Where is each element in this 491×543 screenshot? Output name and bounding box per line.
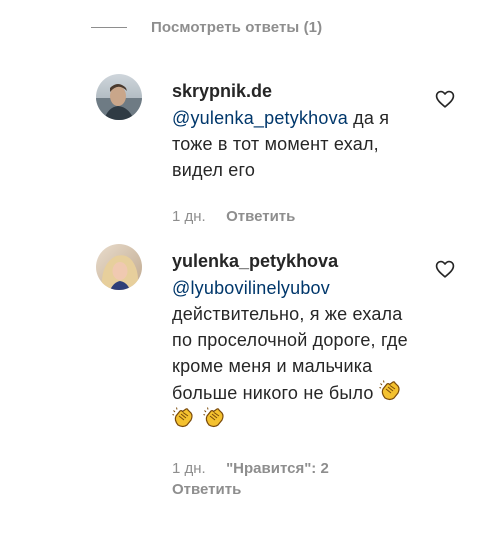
replies-divider-line [91,27,127,28]
reply-button[interactable]: Ответить [172,481,241,498]
comment-timestamp[interactable]: 1 дн. [172,460,206,477]
comment-item: yulenka_petykhova @lyubovilinelyubov дей… [96,244,466,534]
comment-meta-reply: Ответить [172,480,412,500]
comment-meta: 1 дн. Ответить [172,207,412,227]
comment-mention-link[interactable]: @yulenka_petykhova [172,108,348,128]
avatar[interactable] [96,74,142,120]
clapping-hands-emoji [172,406,196,430]
avatar[interactable] [96,244,142,290]
comment-username[interactable]: yulenka_petykhova [172,248,412,274]
comment-text: @lyubovilinelyubov действительно, я же е… [172,275,408,433]
comment-text-body: действительно, я же ехала по проселочной… [172,304,408,403]
comment-meta: 1 дн. "Нравится": 2 [172,459,412,479]
clapping-hands-emoji [379,379,403,403]
reply-button[interactable]: Ответить [226,208,295,225]
comment-item: skrypnik.de @yulenka_petykhova да я тоже… [96,74,466,234]
comment-body: skrypnik.de @yulenka_petykhova да я тоже… [172,78,412,227]
heart-outline-icon[interactable] [434,258,456,280]
comment-mention-link[interactable]: @lyubovilinelyubov [172,278,330,298]
clapping-hands-emoji [203,406,227,430]
heart-outline-icon[interactable] [434,88,456,110]
view-replies-label: Посмотреть ответы (1) [151,19,323,36]
view-replies-button[interactable]: Посмотреть ответы (1) [91,19,322,36]
comment-username[interactable]: skrypnik.de [172,78,412,104]
likes-count-button[interactable]: "Нравится": 2 [226,460,329,477]
comment-text: @yulenka_petykhova да я тоже в тот момен… [172,105,412,183]
comment-timestamp[interactable]: 1 дн. [172,208,206,225]
comment-body: yulenka_petykhova @lyubovilinelyubov дей… [172,248,412,500]
